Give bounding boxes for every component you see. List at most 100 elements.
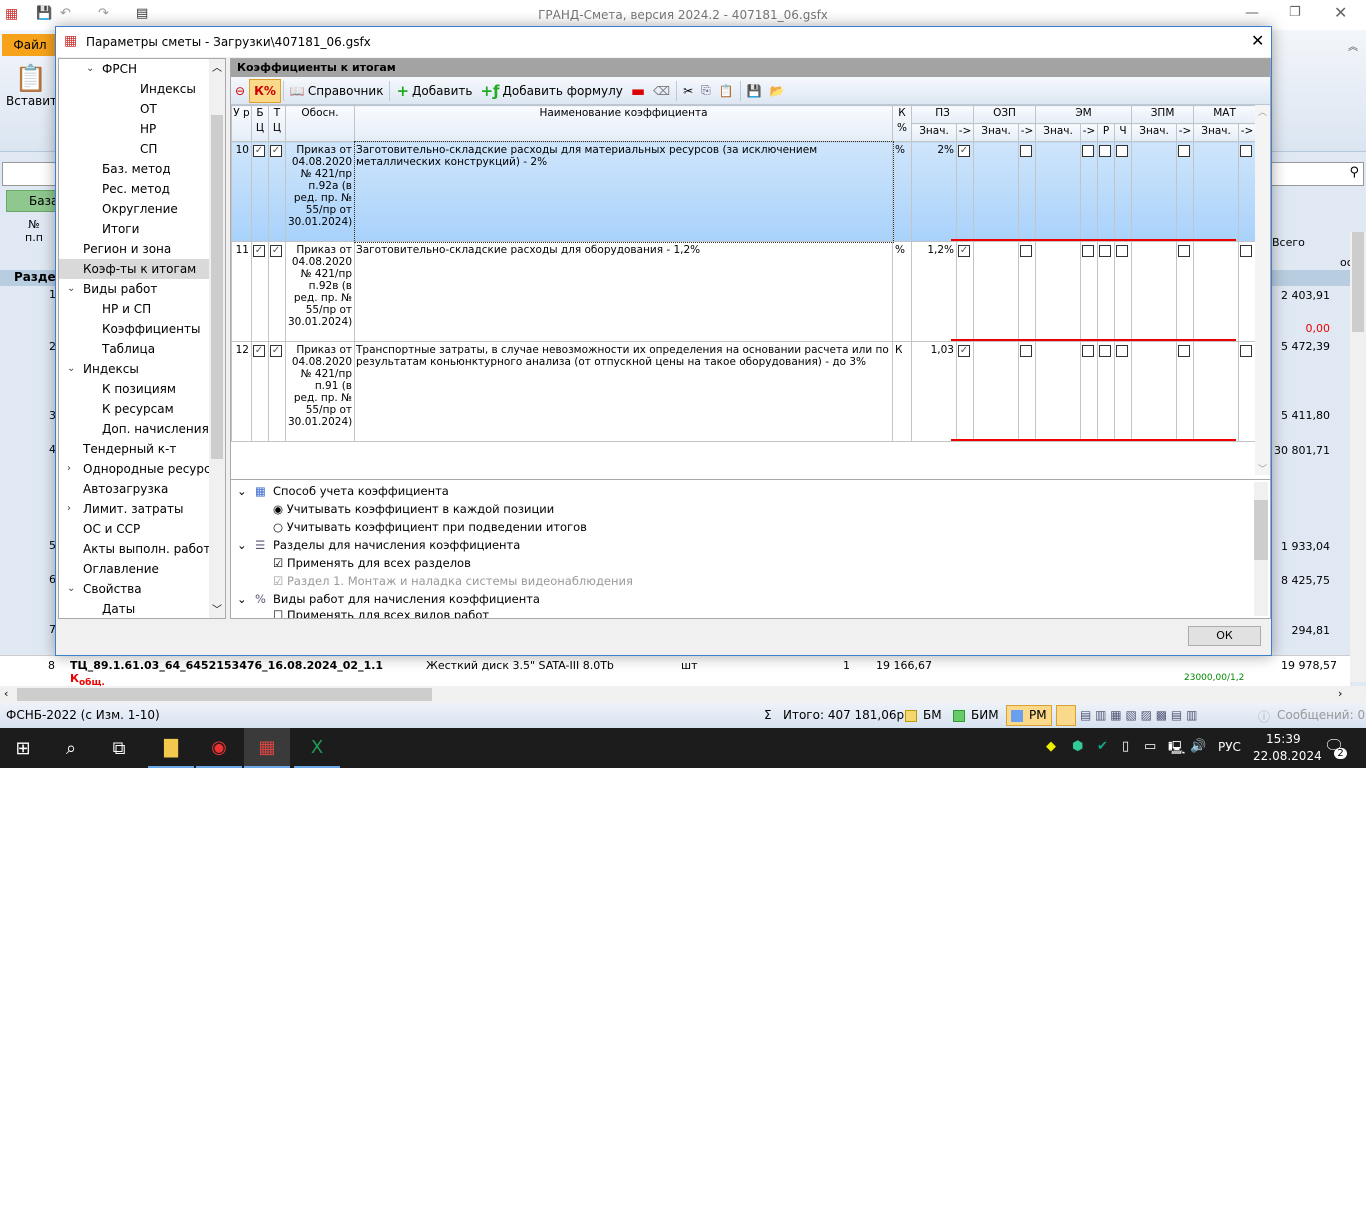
basis-cell[interactable]: Приказ от 04.08.2020 № 421/пр п.92в (в р… — [285, 241, 355, 342]
start-button[interactable]: ⊞ — [0, 728, 46, 768]
em-r-checkbox[interactable] — [1099, 145, 1112, 157]
ozp-arrow-checkbox[interactable] — [1020, 145, 1033, 157]
scroll-up-icon[interactable]: ︿ — [1255, 105, 1270, 118]
scroll-thumb[interactable] — [17, 688, 432, 701]
pz-arrow-checkbox[interactable]: ✓ — [958, 145, 970, 157]
ozp-arrow-checkbox[interactable] — [1020, 345, 1033, 357]
zpm-arrow-cell[interactable] — [1176, 241, 1195, 342]
col-kp[interactable]: К % — [892, 105, 912, 142]
bc-checkbox[interactable]: ✓ — [253, 345, 265, 357]
close-app-button[interactable]: ✕ — [1334, 3, 1347, 22]
tree-item[interactable]: Тендерный к-т — [59, 439, 209, 459]
ozp-arrow-cell[interactable] — [1018, 241, 1037, 342]
zpm-value[interactable] — [1131, 141, 1178, 242]
kp-cell[interactable]: К — [892, 341, 912, 442]
tree-item[interactable]: Акты выполн. работ — [59, 539, 210, 559]
clear-button[interactable]: ⌫ — [649, 79, 674, 103]
pz-value[interactable]: 1,2% — [911, 241, 957, 342]
em-arrow-checkbox[interactable] — [1082, 145, 1095, 157]
reference-button[interactable]: 📖 Справочник — [286, 79, 388, 103]
volume-icon[interactable]: 🔊 — [1190, 739, 1206, 754]
view-toggle-icon[interactable] — [1056, 705, 1076, 726]
tree-item[interactable]: Индексы — [59, 79, 209, 99]
zpm-value[interactable] — [1131, 341, 1178, 442]
checkbox-all-sections[interactable]: ☑ Применять для всех разделов — [273, 554, 471, 572]
col-em-arrow[interactable]: -> — [1080, 123, 1099, 142]
clock-date[interactable]: 22.08.2024 — [1253, 749, 1322, 763]
search-input[interactable] — [2, 162, 62, 186]
col-em-r[interactable]: Р — [1097, 123, 1116, 142]
chevron-right-icon[interactable]: › — [67, 459, 71, 479]
tc-checkbox[interactable]: ✓ — [270, 345, 282, 357]
explorer-button[interactable]: ▇ — [148, 728, 194, 768]
row-num[interactable]: 12 — [231, 341, 252, 442]
scroll-left-icon[interactable]: ‹ — [4, 687, 8, 700]
col-basis[interactable]: Обосн. — [285, 105, 355, 142]
chevron-down-icon[interactable]: ⌄ — [237, 590, 247, 608]
tree-item[interactable]: ⌄ ФРСН — [59, 59, 209, 79]
search-button[interactable]: ⌕ — [48, 728, 94, 768]
copy-button[interactable]: ⎘ — [697, 79, 715, 103]
col-ozp-arrow[interactable]: -> — [1018, 123, 1037, 142]
col-mat-val[interactable]: Знач. — [1193, 123, 1240, 142]
zpm-arrow-checkbox[interactable] — [1178, 245, 1191, 257]
col-ozp-val[interactable]: Знач. — [973, 123, 1020, 142]
kp-cell[interactable]: % — [892, 241, 912, 342]
em-r-checkbox[interactable] — [1099, 345, 1112, 357]
tree-item[interactable]: ⌄ Свойства — [59, 579, 209, 599]
name-cell[interactable]: Транспортные затраты, в случае невозможн… — [354, 341, 893, 442]
tc-checkbox[interactable]: ✓ — [270, 245, 282, 257]
pz-arrow-cell[interactable]: ✓ — [955, 241, 975, 342]
name-cell[interactable]: Заготовительно-складские расходы для обо… — [354, 241, 893, 342]
dialog-close-button[interactable]: ✕ — [1251, 31, 1264, 50]
main-vertical-scrollbar[interactable] — [1350, 232, 1366, 682]
em-r-cell[interactable] — [1097, 241, 1116, 342]
col-em[interactable]: ЭМ — [1035, 105, 1133, 124]
chevron-down-icon[interactable]: ⌄ — [67, 279, 75, 299]
em-r-cell[interactable] — [1097, 141, 1116, 242]
tree-item[interactable]: Оглавление — [59, 559, 209, 579]
grid-scrollbar[interactable]: ︿ ﹀ — [1255, 105, 1270, 475]
radio-each-position[interactable]: ◉ Учитывать коэффициент в каждой позиции — [273, 500, 554, 518]
chevron-down-icon[interactable]: ⌄ — [237, 536, 247, 554]
zpm-arrow-cell[interactable] — [1176, 141, 1195, 242]
pz-value[interactable]: 1,03 — [911, 341, 957, 442]
tree-item[interactable]: Регион и зона — [59, 239, 209, 259]
bc-cell[interactable]: ✓ — [251, 141, 269, 242]
ozp-arrow-checkbox[interactable] — [1020, 245, 1033, 257]
minimize-button[interactable]: — — [1245, 5, 1259, 21]
col-tc[interactable]: Т Ц — [268, 105, 286, 142]
table-row[interactable]: 11 ✓ ✓ Приказ от 04.08.2020 № 421/пр п.92в … — [231, 241, 1257, 342]
em-arrow-cell[interactable] — [1080, 141, 1099, 242]
file-tab[interactable]: Файл — [2, 34, 58, 56]
pz-arrow-cell[interactable]: ✓ — [955, 341, 975, 442]
ozp-arrow-cell[interactable] — [1018, 141, 1037, 242]
open-button[interactable]: 📂 — [766, 79, 789, 103]
tree-item[interactable]: › Однородные ресурсы — [59, 459, 220, 479]
basis-cell[interactable]: Приказ от 04.08.2020 № 421/пр п.91 (в ре… — [285, 341, 355, 442]
tree-item[interactable]: Доп. начисления — [59, 419, 209, 439]
em-arrow-cell[interactable] — [1080, 241, 1099, 342]
pz-arrow-checkbox[interactable]: ✓ — [958, 245, 970, 257]
mat-arrow-checkbox[interactable] — [1240, 145, 1253, 157]
mat-arrow-cell[interactable] — [1238, 141, 1257, 242]
props-scrollbar[interactable] — [1254, 482, 1268, 616]
pz-arrow-cell[interactable]: ✓ — [955, 141, 975, 242]
mat-value[interactable] — [1193, 141, 1240, 242]
radio-at-totals[interactable]: ○ Учитывать коэффициент при подведении и… — [273, 518, 587, 536]
tree-item[interactable]: › Лимит. затраты — [59, 499, 209, 519]
scroll-up-icon[interactable]: ︿ — [209, 59, 225, 74]
scroll-right-icon[interactable]: › — [1338, 687, 1342, 700]
tc-checkbox[interactable]: ✓ — [270, 145, 282, 157]
em-ch-cell[interactable] — [1114, 241, 1133, 342]
name-cell[interactable]: Заготовительно-складские расходы для мат… — [353, 140, 894, 243]
em-ch-cell[interactable] — [1114, 141, 1133, 242]
em-arrow-cell[interactable] — [1080, 341, 1099, 442]
table-row[interactable]: 10 ✓ ✓ Приказ от 04.08.2020 № 421/пр п.92а … — [231, 140, 1257, 243]
chevron-right-icon[interactable]: › — [67, 499, 71, 519]
excel-button[interactable]: X — [294, 728, 340, 768]
zpm-arrow-checkbox[interactable] — [1178, 345, 1191, 357]
chrome-button[interactable]: ◉ — [196, 728, 242, 768]
col-bc[interactable]: Б Ц — [251, 105, 269, 142]
norm-base-label[interactable]: ФСНБ-2022 (с Изм. 1-10) — [6, 708, 160, 722]
